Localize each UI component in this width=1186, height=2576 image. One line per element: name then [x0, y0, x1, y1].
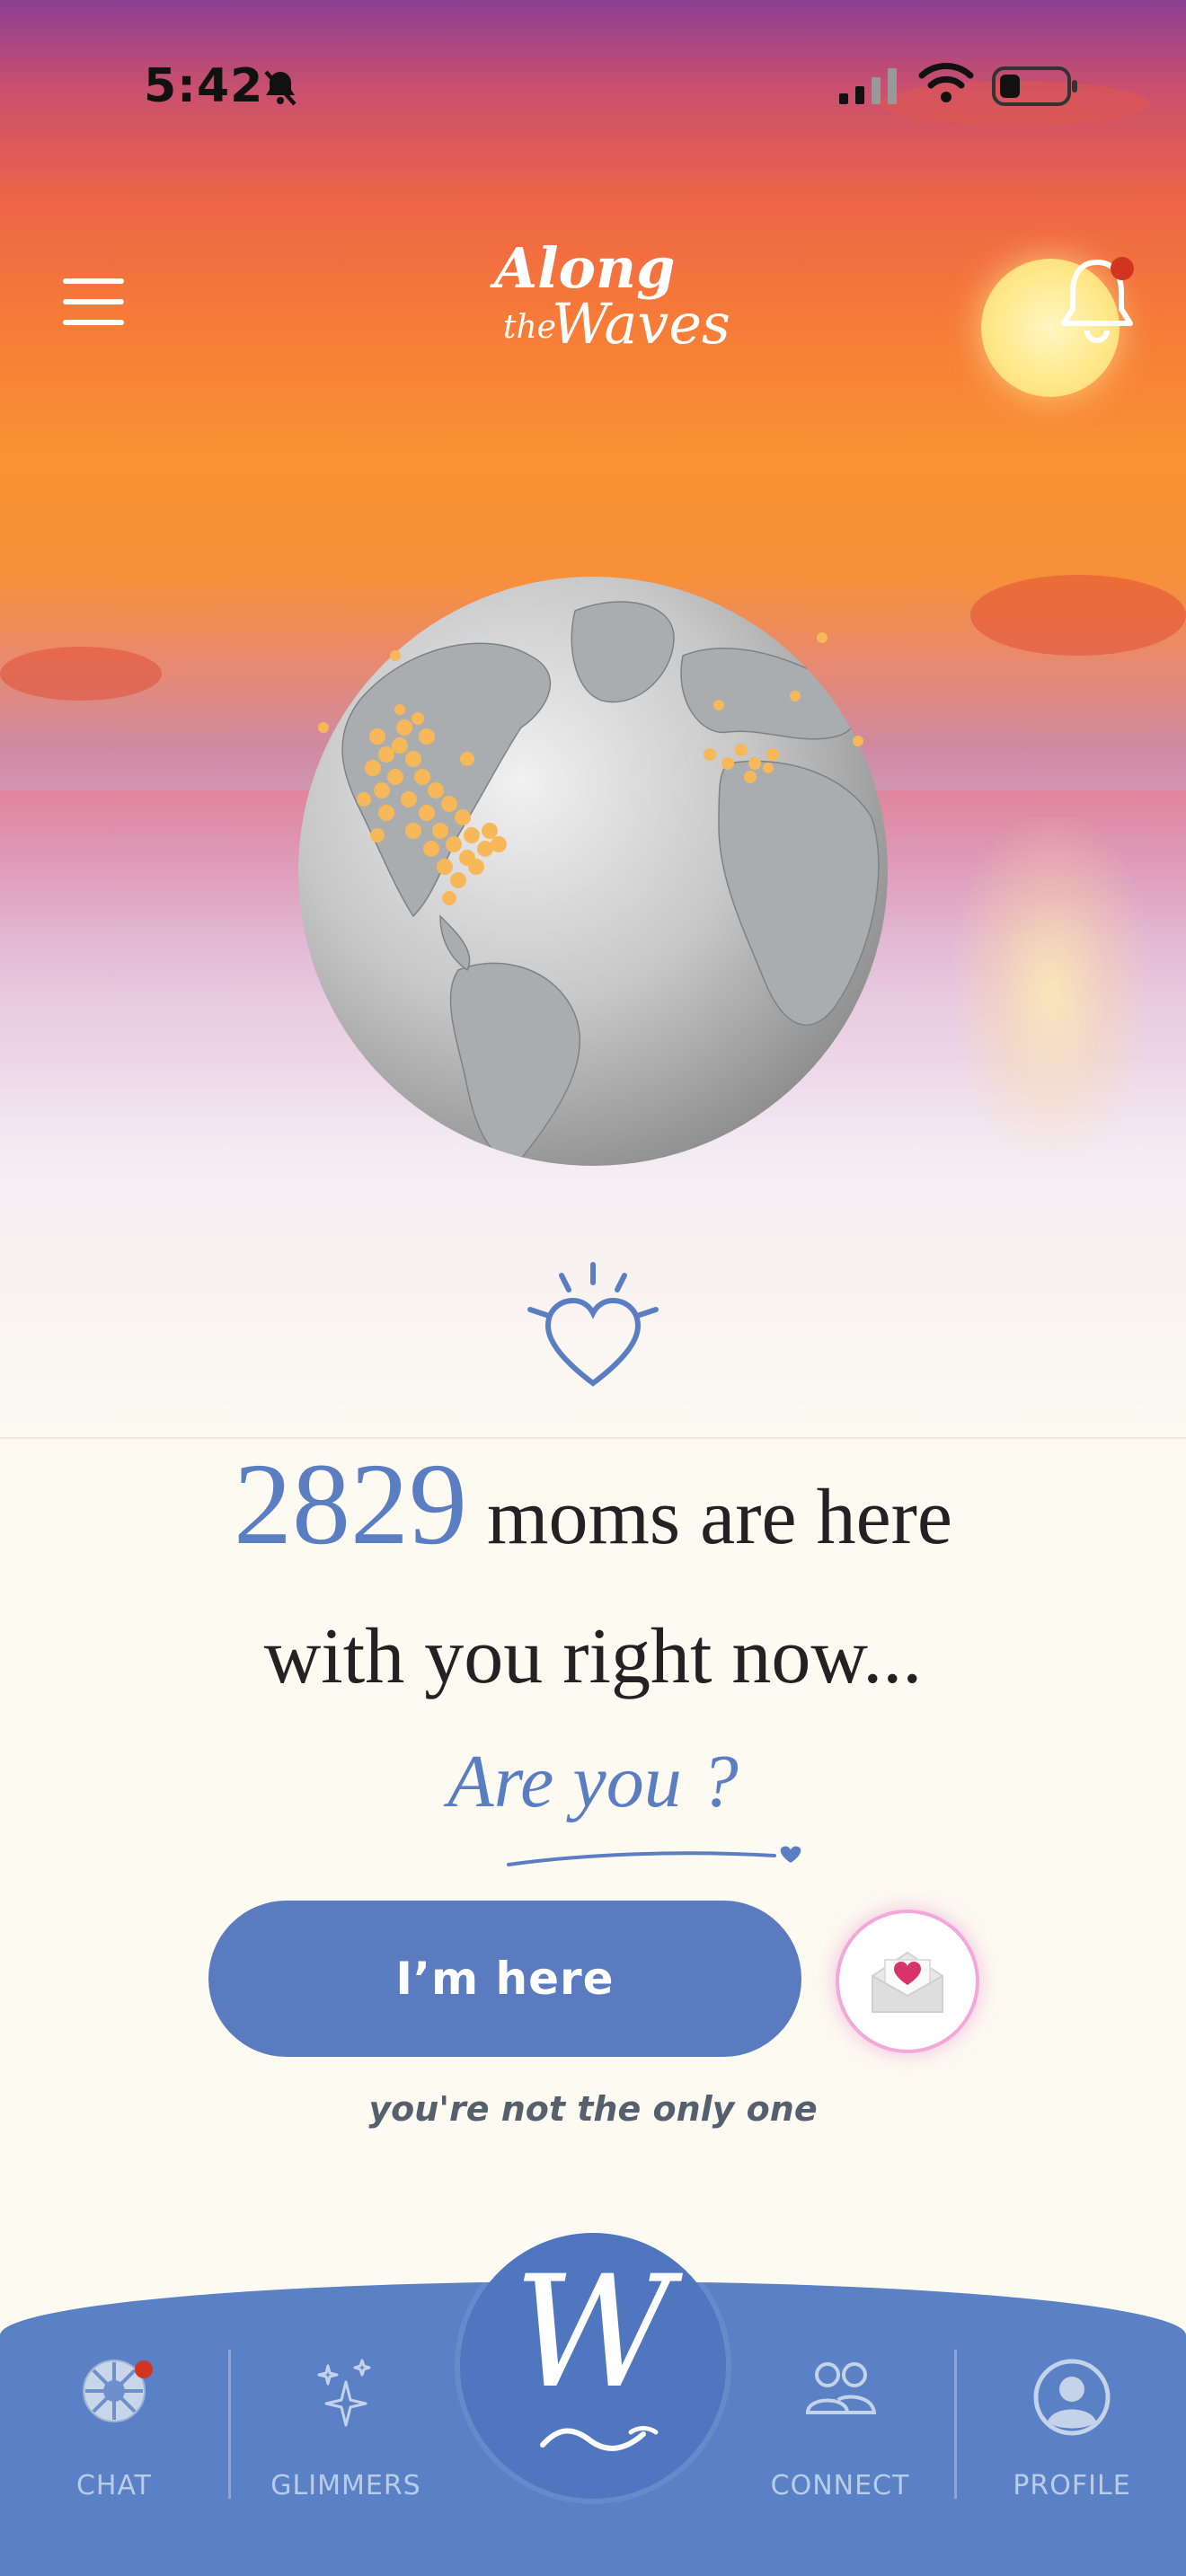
- nav-label-glimmers: GLIMMERS: [270, 2470, 421, 2501]
- nav-chat[interactable]: CHAT: [2, 2344, 226, 2515]
- nav-label-profile: PROFILE: [1013, 2470, 1131, 2501]
- center-w-label: W: [513, 2242, 673, 2422]
- message-button[interactable]: [836, 1910, 979, 2053]
- battery-low-icon: [992, 66, 1077, 106]
- user-circle-icon: [1033, 2359, 1111, 2436]
- sun-reflection: [952, 817, 1150, 1159]
- waves-logo-icon: [540, 2426, 659, 2451]
- app-logo: Along the Waves: [467, 235, 730, 370]
- im-here-button[interactable]: I’m here: [208, 1901, 801, 2057]
- headline: 2829 moms are here with you right now...: [0, 1437, 1186, 1729]
- nav-separator: [954, 2350, 957, 2499]
- sparkles-icon: [317, 2359, 371, 2427]
- logo-text-waves: Waves: [552, 291, 730, 357]
- subtext: you're not the only one: [368, 2089, 818, 2129]
- menu-button[interactable]: [63, 278, 124, 325]
- cloud: [0, 647, 162, 701]
- heart-envelope-icon: [872, 1951, 943, 2013]
- bell-slash-icon: [264, 70, 296, 106]
- nav-glimmers[interactable]: GLIMMERS: [234, 2344, 458, 2515]
- cloud: [970, 575, 1186, 656]
- chat-badge: [135, 2360, 153, 2378]
- headline-line2: with you right now...: [263, 1613, 923, 1700]
- nav-label-chat: CHAT: [75, 2470, 153, 2501]
- logo-text-the: the: [503, 309, 556, 346]
- notification-badge: [1111, 257, 1134, 280]
- wifi-icon: [918, 63, 974, 102]
- cellular-signal-icon: [839, 68, 897, 104]
- heart-underline-icon: [507, 1846, 801, 1866]
- status-time: 5:42: [144, 59, 264, 113]
- home-waves-button[interactable]: W: [460, 2233, 726, 2499]
- headline-text: moms are here: [487, 1474, 952, 1561]
- globe-icon: [296, 575, 890, 1168]
- nav-profile[interactable]: PROFILE: [960, 2344, 1184, 2515]
- nav-label-connect: CONNECT: [770, 2470, 910, 2501]
- nav-separator: [228, 2350, 231, 2499]
- moms-count: 2829: [234, 1440, 467, 1569]
- hamburger-icon: [63, 278, 124, 284]
- nav-connect[interactable]: CONNECT: [728, 2344, 952, 2515]
- glowing-heart-icon: [527, 1262, 659, 1387]
- people-icon: [805, 2362, 877, 2414]
- question-text: Are you ?: [447, 1740, 739, 1823]
